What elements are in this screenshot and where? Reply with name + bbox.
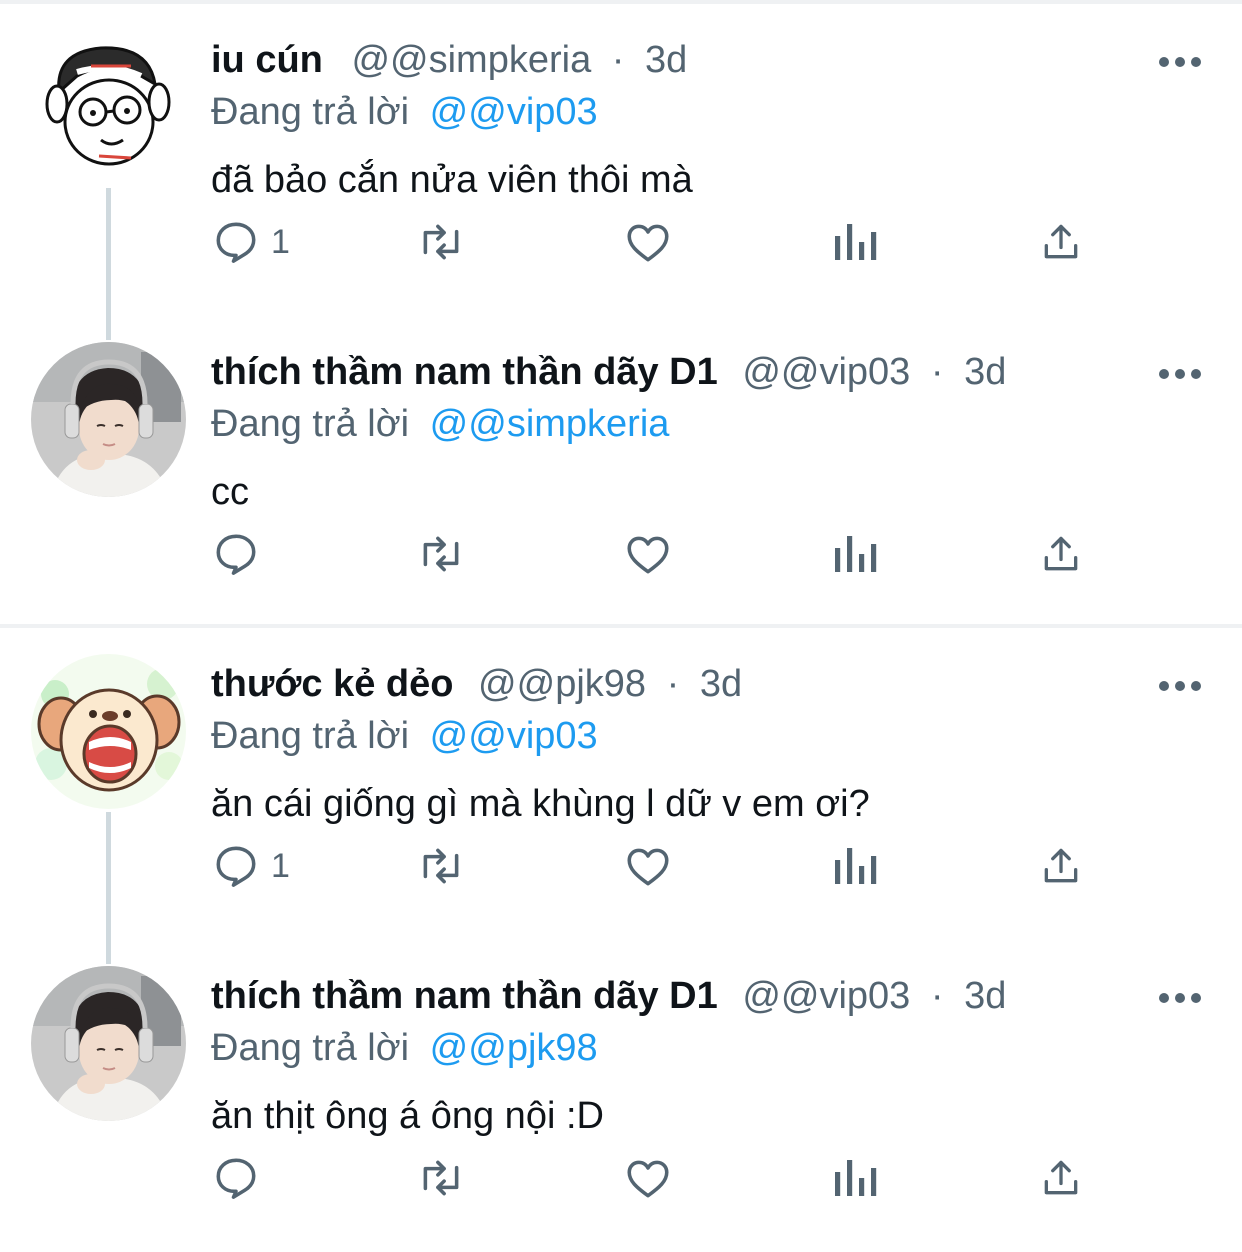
tweet-actions [211, 1148, 1111, 1208]
tweet[interactable]: thước kẻ dẻo @@pjk98 · 3d Đang trả lời @… [0, 628, 1242, 940]
reply-icon [211, 1153, 261, 1203]
replying-to-label: Đang trả lời [211, 715, 410, 757]
more-options-icon[interactable] [1158, 988, 1202, 1008]
tweet-header: thước kẻ dẻo @@pjk98 · 3d [211, 662, 742, 706]
analytics-button[interactable] [833, 212, 877, 272]
mention-link[interactable]: @@vip03 [430, 91, 598, 133]
reply-icon [211, 529, 261, 579]
display-name[interactable]: iu cún [211, 39, 323, 81]
username[interactable]: @@pjk98 [478, 663, 646, 705]
more-options-icon[interactable] [1158, 364, 1202, 384]
retweet-button[interactable] [413, 1148, 469, 1208]
share-button[interactable] [1039, 836, 1083, 896]
share-icon [1039, 1153, 1083, 1203]
timestamp[interactable]: 3d [700, 663, 742, 705]
retweet-button[interactable] [413, 524, 469, 584]
tweet-text: đã bảo cắn nửa viên thôi mà [211, 159, 693, 201]
retweet-icon [413, 841, 469, 891]
replying-to: Đang trả lời @@pjk98 [211, 1026, 598, 1070]
replying-to: Đang trả lời @@simpkeria [211, 402, 669, 446]
separator-dot: · [930, 351, 944, 393]
reply-button[interactable] [211, 524, 271, 584]
tweet-text: ăn cái giống gì mà khùng l dữ v em ơi? [211, 783, 870, 825]
separator-dot: · [930, 975, 944, 1017]
heart-icon [623, 841, 673, 891]
more-options-icon[interactable] [1158, 676, 1202, 696]
reply-icon [211, 841, 261, 891]
analytics-button[interactable] [833, 524, 877, 584]
separator-dot: · [666, 663, 680, 705]
heart-icon [623, 1153, 673, 1203]
more-options-icon[interactable] [1158, 52, 1202, 72]
reply-icon [211, 217, 261, 267]
avatar[interactable] [31, 966, 186, 1121]
mention-link[interactable]: @@vip03 [430, 715, 598, 757]
avatar[interactable] [31, 32, 186, 187]
timestamp[interactable]: 3d [645, 39, 687, 81]
replying-to-label: Đang trả lời [211, 403, 410, 445]
like-button[interactable] [623, 212, 673, 272]
avatar[interactable] [31, 654, 186, 809]
tweet-header: iu cún @@simpkeria · 3d [211, 38, 687, 82]
retweet-icon [413, 1153, 469, 1203]
analytics-icon [833, 217, 877, 267]
reply-count: 1 [271, 222, 290, 261]
reply-count: 1 [271, 846, 290, 885]
retweet-button[interactable] [413, 212, 469, 272]
timestamp[interactable]: 3d [964, 975, 1006, 1017]
share-icon [1039, 217, 1083, 267]
mention-link[interactable]: @@simpkeria [430, 403, 670, 445]
share-icon [1039, 529, 1083, 579]
like-button[interactable] [623, 1148, 673, 1208]
replying-to: Đang trả lời @@vip03 [211, 90, 598, 134]
analytics-icon [833, 529, 877, 579]
tweet-actions: 1 [211, 212, 1111, 272]
tweet-header: thích thầm nam thần dãy D1 @@vip03 · 3d [211, 974, 1006, 1018]
reply-button[interactable]: 1 [211, 836, 290, 896]
timestamp[interactable]: 3d [964, 351, 1006, 393]
replying-to-label: Đang trả lời [211, 1027, 410, 1069]
replying-to: Đang trả lời @@vip03 [211, 714, 598, 758]
analytics-button[interactable] [833, 1148, 877, 1208]
share-icon [1039, 841, 1083, 891]
tweet[interactable]: iu cún @@simpkeria · 3d Đang trả lời @@v… [0, 4, 1242, 316]
tweet-text: ăn thịt ông á ông nội :D [211, 1095, 604, 1137]
analytics-icon [833, 841, 877, 891]
username[interactable]: @@vip03 [742, 975, 910, 1017]
reply-button[interactable]: 1 [211, 212, 290, 272]
username[interactable]: @@vip03 [742, 351, 910, 393]
tweet-actions: 1 [211, 836, 1111, 896]
analytics-icon [833, 1153, 877, 1203]
share-button[interactable] [1039, 1148, 1083, 1208]
tweet-header: thích thầm nam thần dãy D1 @@vip03 · 3d [211, 350, 1006, 394]
tweet[interactable]: thích thầm nam thần dãy D1 @@vip03 · 3d … [0, 940, 1242, 1252]
replying-to-label: Đang trả lời [211, 91, 410, 133]
analytics-button[interactable] [833, 836, 877, 896]
heart-icon [623, 217, 673, 267]
share-button[interactable] [1039, 212, 1083, 272]
display-name[interactable]: thích thầm nam thần dãy D1 [211, 351, 718, 393]
reply-button[interactable] [211, 1148, 271, 1208]
mention-link[interactable]: @@pjk98 [430, 1027, 598, 1069]
retweet-button[interactable] [413, 836, 469, 896]
avatar[interactable] [31, 342, 186, 497]
separator-dot: · [611, 39, 625, 81]
retweet-icon [413, 217, 469, 267]
like-button[interactable] [623, 524, 673, 584]
tweet-text: cc [211, 471, 249, 513]
heart-icon [623, 529, 673, 579]
display-name[interactable]: thích thầm nam thần dãy D1 [211, 975, 718, 1017]
display-name[interactable]: thước kẻ dẻo [211, 663, 453, 705]
share-button[interactable] [1039, 524, 1083, 584]
like-button[interactable] [623, 836, 673, 896]
tweet[interactable]: thích thầm nam thần dãy D1 @@vip03 · 3d … [0, 316, 1242, 628]
username[interactable]: @@simpkeria [351, 39, 591, 81]
tweet-actions [211, 524, 1111, 584]
retweet-icon [413, 529, 469, 579]
